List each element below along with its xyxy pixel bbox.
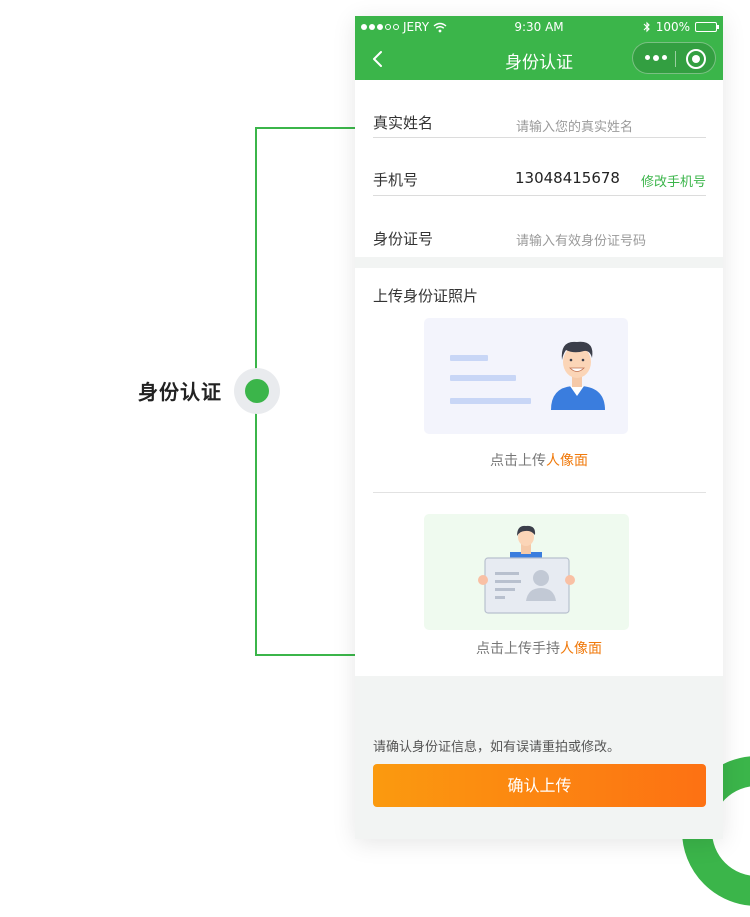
name-label: 真实姓名 bbox=[373, 114, 434, 132]
bluetooth-icon bbox=[643, 21, 650, 33]
annotation-label: 身份认证 bbox=[138, 380, 222, 404]
annotation-dot bbox=[234, 368, 280, 414]
handheld-id-icon bbox=[478, 525, 575, 614]
status-bar: JERY 9:30 AM 100% bbox=[355, 16, 723, 38]
id-number-label: 身份证号 bbox=[373, 230, 434, 248]
section-divider bbox=[373, 492, 706, 493]
id-number-input[interactable]: 请输入有效身份证号码 bbox=[516, 230, 646, 249]
more-icon[interactable] bbox=[645, 54, 667, 61]
name-row: 真实姓名 请输入您的真实姓名 bbox=[373, 80, 706, 138]
phone-screen: JERY 9:30 AM 100% 身份认证 真实姓名 请输入您的真实姓名 手机… bbox=[355, 16, 723, 839]
upload-handheld-card[interactable] bbox=[424, 514, 629, 630]
name-input[interactable]: 请输入您的真实姓名 bbox=[516, 116, 633, 135]
battery-percent: 100% bbox=[655, 20, 690, 34]
upload-handheld-caption[interactable]: 点击上传手持人像面 bbox=[355, 638, 723, 658]
battery-icon bbox=[695, 22, 719, 32]
upload-title: 上传身份证照片 bbox=[373, 287, 479, 305]
caption-prefix: 点击上传 bbox=[490, 453, 546, 469]
caption-highlight: 人像面 bbox=[560, 641, 602, 657]
status-right: 100% bbox=[643, 20, 719, 34]
identity-form: 真实姓名 请输入您的真实姓名 手机号 13048415678 修改手机号 身份证… bbox=[355, 80, 723, 257]
id-number-row: 身份证号 请输入有效身份证号码 bbox=[373, 196, 706, 254]
stage: 身份认证 JERY 9:30 AM 100% 身份认证 真实姓名 请输入您的真实… bbox=[0, 0, 750, 917]
nav-bar: 身份认证 bbox=[355, 38, 723, 80]
id-card-portrait-icon bbox=[450, 341, 605, 410]
phone-row: 手机号 13048415678 修改手机号 bbox=[373, 138, 706, 196]
change-phone-link[interactable]: 修改手机号 bbox=[641, 171, 706, 190]
confirm-note: 请确认身份证信息，如有误请重拍或修改。 bbox=[373, 740, 621, 755]
close-circle-icon[interactable] bbox=[686, 49, 706, 69]
upload-section: 上传身份证照片 点击上传人像面 点击上传手持人像面 bbox=[355, 268, 723, 676]
miniprogram-capsule bbox=[632, 42, 716, 74]
upload-portrait-caption[interactable]: 点击上传人像面 bbox=[355, 450, 723, 470]
upload-portrait-card[interactable] bbox=[424, 318, 628, 434]
phone-value: 13048415678 bbox=[515, 169, 620, 187]
caption-highlight: 人像面 bbox=[546, 453, 588, 469]
capsule-divider bbox=[675, 51, 676, 67]
phone-label: 手机号 bbox=[373, 171, 419, 189]
confirm-upload-button[interactable]: 确认上传 bbox=[373, 764, 706, 807]
annotation-dot-center bbox=[245, 379, 269, 403]
caption-prefix: 点击上传手持 bbox=[476, 641, 560, 657]
